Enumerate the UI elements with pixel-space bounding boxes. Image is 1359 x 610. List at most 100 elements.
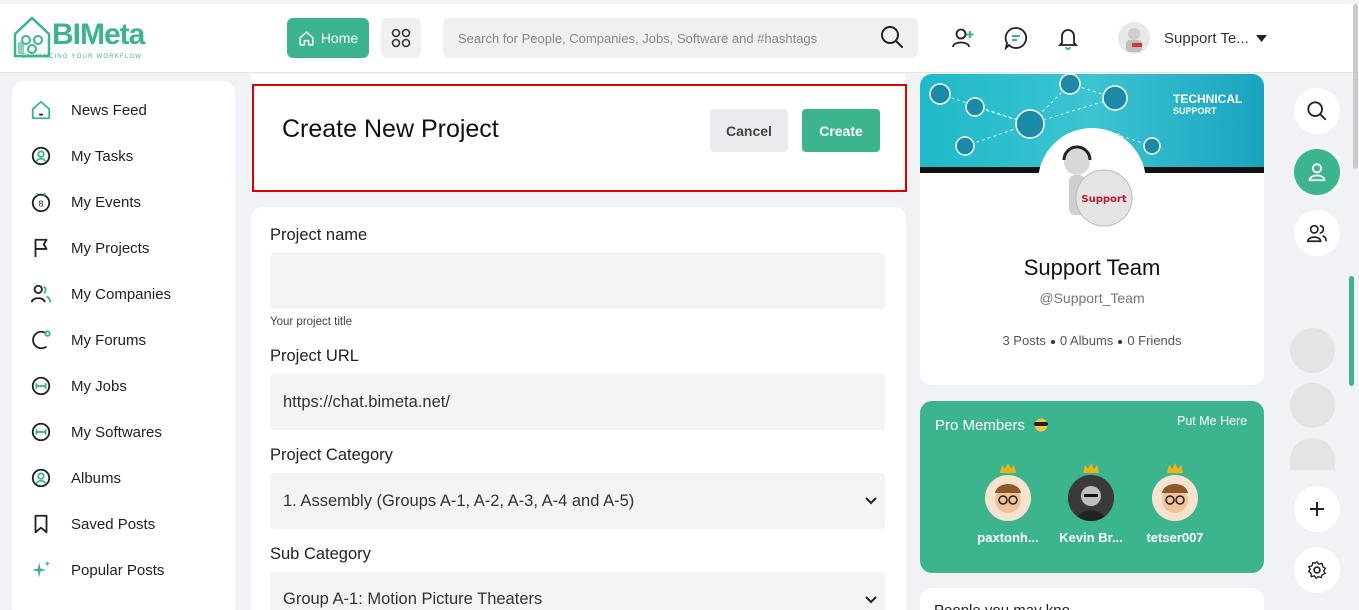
user-avatar[interactable] xyxy=(1118,22,1150,54)
page-title: Create New Project xyxy=(282,115,499,143)
project-category-value: 1. Assembly (Groups A-1, A-2, A-3, A-4 a… xyxy=(283,491,635,510)
brand-name: BIMeta xyxy=(52,18,145,51)
home-label: Home xyxy=(320,30,359,46)
member-name: tetser007 xyxy=(1146,530,1204,545)
pro-member[interactable]: Kevin Br... xyxy=(1056,463,1126,545)
sidebar-item-label: My Tasks xyxy=(71,147,134,165)
sidebar-item-popular-posts[interactable]: Popular Posts xyxy=(30,558,164,582)
profile-handle: @Support_Team xyxy=(1039,290,1145,306)
project-category-label: Project Category xyxy=(270,446,393,464)
project-name-input[interactable] xyxy=(270,253,885,309)
project-url-input[interactable] xyxy=(270,374,885,430)
rail-add-button[interactable] xyxy=(1294,486,1340,532)
sub-category-label: Sub Category xyxy=(270,545,371,563)
rail-friends-button[interactable] xyxy=(1294,210,1340,256)
plus-icon xyxy=(1310,502,1324,516)
sidebar-item-my-tasks[interactable]: My Tasks xyxy=(30,144,133,168)
member-name: paxtonh... xyxy=(977,530,1039,545)
sidebar-item-my-projects[interactable]: My Projects xyxy=(30,236,149,260)
pro-member[interactable]: tetser007 xyxy=(1140,463,1210,545)
chat-icon[interactable] xyxy=(1004,26,1028,50)
gear-icon xyxy=(1308,561,1326,579)
crown-icon xyxy=(1167,463,1183,473)
sidebar-item-my-forums[interactable]: My Forums xyxy=(30,328,146,352)
albums-count[interactable]: 0 Albums xyxy=(1060,333,1113,348)
rail-profile-button[interactable] xyxy=(1294,149,1340,195)
chevron-down-icon xyxy=(865,497,877,505)
sidebar-item-my-companies[interactable]: My Companies xyxy=(30,282,171,306)
brand-logo[interactable]: BIMeta ENHANCING YOUR WORKFLOW xyxy=(12,14,162,64)
user-name[interactable]: Support Te... xyxy=(1164,30,1249,47)
search-input[interactable] xyxy=(443,18,918,58)
rail-search-button[interactable] xyxy=(1294,88,1340,134)
posts-count[interactable]: 3 Posts xyxy=(1002,333,1045,348)
apps-grid-icon xyxy=(391,28,411,48)
sub-category-select[interactable]: Group A-1: Motion Picture Theaters xyxy=(270,572,885,610)
rail-scrollbar[interactable] xyxy=(1349,276,1354,386)
sidebar-item-label: My Projects xyxy=(71,239,150,257)
sunglasses-emoji-icon xyxy=(1034,418,1049,432)
rail-avatar-placeholder[interactable] xyxy=(1290,383,1335,428)
member-avatar xyxy=(985,475,1031,521)
rail-settings-button[interactable] xyxy=(1294,547,1340,593)
sidebar-item-label: My Companies xyxy=(71,285,172,303)
banner-subtitle: SUPPORT xyxy=(1173,106,1217,116)
pro-members-card: Pro Members Put Me Here paxtonh... Kevin… xyxy=(920,401,1264,573)
project-name-hint: Your project title xyxy=(270,316,353,328)
svg-text:8: 8 xyxy=(38,199,43,209)
pro-members-title: Pro Members xyxy=(935,417,1050,434)
sidebar-item-label: My Softwares xyxy=(71,423,162,441)
profile-name: Support Team xyxy=(1023,255,1161,280)
profile-stats: 3 Posts 0 Albums 0 Friends xyxy=(920,333,1264,348)
top-strip xyxy=(0,0,1359,4)
sidebar-item-label: Albums xyxy=(71,469,122,487)
home-icon xyxy=(299,30,314,46)
sidebar-item-label: My Jobs xyxy=(71,377,127,395)
support-figure-icon: Support xyxy=(1042,132,1142,232)
users-icon xyxy=(1307,224,1327,243)
add-friend-icon[interactable] xyxy=(951,26,975,50)
sidebar-item-my-jobs[interactable]: My Jobs xyxy=(30,374,127,398)
sidebar-item-news-feed[interactable]: News Feed xyxy=(30,98,147,122)
user-circle-icon xyxy=(31,468,51,488)
project-category-select[interactable]: 1. Assembly (Groups A-1, A-2, A-3, A-4 a… xyxy=(270,473,885,529)
sidebar-item-my-events[interactable]: 8 My Events xyxy=(30,190,141,214)
flag-icon xyxy=(34,238,48,258)
create-button[interactable]: Create xyxy=(802,109,880,152)
sparkle-icon xyxy=(31,560,51,578)
dumbbell-icon xyxy=(31,422,51,442)
user-icon xyxy=(1308,163,1326,182)
logo-house-icon xyxy=(13,16,51,58)
sidebar-item-albums[interactable]: Albums xyxy=(30,466,121,490)
friends-count[interactable]: 0 Friends xyxy=(1127,333,1181,348)
sidebar-item-my-softwares[interactable]: My Softwares xyxy=(30,420,162,444)
people-you-may-know-card: People you may kno xyxy=(920,588,1264,610)
page-scrollbar[interactable] xyxy=(1353,4,1358,169)
sidebar-item-label: Popular Posts xyxy=(71,561,165,579)
avatar-badge-text: Support xyxy=(1081,194,1126,205)
profile-card: TECHNICAL SUPPORT Support Support Team @… xyxy=(920,74,1264,385)
bookmark-icon xyxy=(34,514,48,534)
bell-icon[interactable] xyxy=(1056,26,1080,50)
member-name: Kevin Br... xyxy=(1059,530,1123,545)
pro-member[interactable]: paxtonh... xyxy=(973,463,1043,545)
search-icon[interactable] xyxy=(880,25,904,49)
cancel-button[interactable]: Cancel xyxy=(710,109,788,152)
sidebar-item-label: My Events xyxy=(71,193,142,211)
home-button[interactable]: Home xyxy=(287,18,369,58)
crown-icon xyxy=(1083,463,1099,473)
banner-title: TECHNICAL xyxy=(1173,92,1243,106)
profile-avatar[interactable]: Support xyxy=(1038,128,1146,236)
put-me-here-link[interactable]: Put Me Here xyxy=(1177,414,1247,428)
chevron-down-icon[interactable] xyxy=(1256,35,1267,42)
sub-category-value: Group A-1: Motion Picture Theaters xyxy=(283,590,543,608)
sidebar-item-saved-posts[interactable]: Saved Posts xyxy=(30,512,155,536)
apps-button[interactable] xyxy=(381,18,421,58)
users-icon xyxy=(30,284,52,303)
project-url-label: Project URL xyxy=(270,347,359,365)
sidebar-item-label: My Forums xyxy=(71,331,146,349)
rail-avatar-placeholder[interactable] xyxy=(1290,438,1335,470)
crown-icon xyxy=(1000,463,1016,473)
sidebar-item-label: Saved Posts xyxy=(71,515,156,533)
rail-avatar-placeholder[interactable] xyxy=(1290,328,1335,373)
